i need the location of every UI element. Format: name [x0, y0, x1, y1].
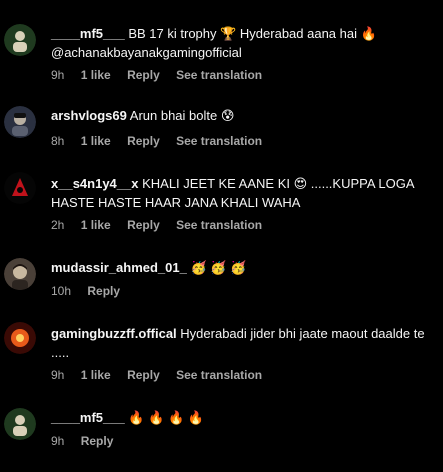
reply-button[interactable]: Reply	[127, 68, 160, 82]
avatar[interactable]	[4, 408, 36, 440]
comment-username[interactable]: arshvlogs69	[51, 108, 127, 123]
comment-meta: 9h Reply	[51, 434, 126, 448]
see-translation-link[interactable]: See translation	[176, 68, 262, 82]
comment-item: ____mf5___ 🔥 🔥 🔥 🔥 9h Reply	[0, 404, 443, 472]
avatar[interactable]	[4, 106, 36, 138]
reply-button[interactable]: Reply	[127, 134, 160, 148]
avatar[interactable]	[4, 258, 36, 290]
comment-likes[interactable]: 1 like	[81, 368, 111, 382]
comment-text-block: x__s4n1y4__x KHALI JEET KE AANE KI 😍 ...…	[51, 174, 435, 212]
comment-likes[interactable]: 1 like	[81, 218, 111, 232]
comment-username[interactable]: mudassir_ahmed_01_	[51, 260, 187, 275]
comment-time: 10h	[51, 284, 72, 298]
reply-button[interactable]: Reply	[87, 284, 120, 298]
comment-time: 8h	[51, 134, 65, 148]
comment-item: mudassir_ahmed_01_ 🥳 🥳 🥳 10h Reply	[0, 248, 443, 312]
comment-username[interactable]: x__s4n1y4__x	[51, 176, 138, 191]
comment-text: 🔥 🔥 🔥 🔥	[124, 410, 204, 425]
comment-text-block: arshvlogs69 Arun bhai bolte 😰	[51, 106, 435, 125]
comment-likes[interactable]: 1 like	[81, 68, 111, 82]
avatar[interactable]	[4, 172, 36, 204]
avatar[interactable]	[4, 24, 36, 56]
comment-meta: 10h Reply	[51, 284, 133, 298]
avatar[interactable]	[4, 322, 36, 354]
comment-time: 9h	[51, 368, 65, 382]
see-translation-link[interactable]: See translation	[176, 368, 262, 382]
comment-text-block: gamingbuzzff.offical Hyderabadi jider bh…	[51, 324, 435, 362]
comment-item: gamingbuzzff.offical Hyderabadi jider bh…	[0, 312, 443, 404]
comment-time: 9h	[51, 68, 65, 82]
comment-time: 2h	[51, 218, 65, 232]
comment-text-block: mudassir_ahmed_01_ 🥳 🥳 🥳	[51, 258, 435, 277]
reply-button[interactable]: Reply	[127, 368, 160, 382]
comment-username[interactable]: ____mf5___	[51, 26, 125, 41]
comment-time: 9h	[51, 434, 65, 448]
comment-username[interactable]: gamingbuzzff.offical	[51, 326, 177, 341]
comment-meta: 2h 1 like Reply See translation	[51, 218, 275, 232]
comment-text-block: ____mf5___ BB 17 ki trophy 🏆 Hyderabad a…	[51, 24, 435, 62]
comment-meta: 9h 1 like Reply See translation	[51, 368, 275, 382]
see-translation-link[interactable]: See translation	[176, 218, 262, 232]
comment-text: Arun bhai bolte 😰	[126, 108, 235, 123]
see-translation-link[interactable]: See translation	[176, 134, 262, 148]
comment-text: 🥳 🥳 🥳	[186, 260, 247, 275]
comment-meta: 9h 1 like Reply See translation	[51, 68, 275, 82]
comment-item: x__s4n1y4__x KHALI JEET KE AANE KI 😍 ...…	[0, 160, 443, 248]
comment-likes[interactable]: 1 like	[81, 134, 111, 148]
comment-item: ____mf5___ BB 17 ki trophy 🏆 Hyderabad a…	[0, 0, 443, 90]
comment-username[interactable]: ____mf5___	[51, 410, 125, 425]
reply-button[interactable]: Reply	[81, 434, 114, 448]
comment-item: arshvlogs69 Arun bhai bolte 😰 8h 1 like …	[0, 90, 443, 160]
comment-meta: 8h 1 like Reply See translation	[51, 134, 275, 148]
reply-button[interactable]: Reply	[127, 218, 160, 232]
comment-text-block: ____mf5___ 🔥 🔥 🔥 🔥	[51, 408, 435, 427]
